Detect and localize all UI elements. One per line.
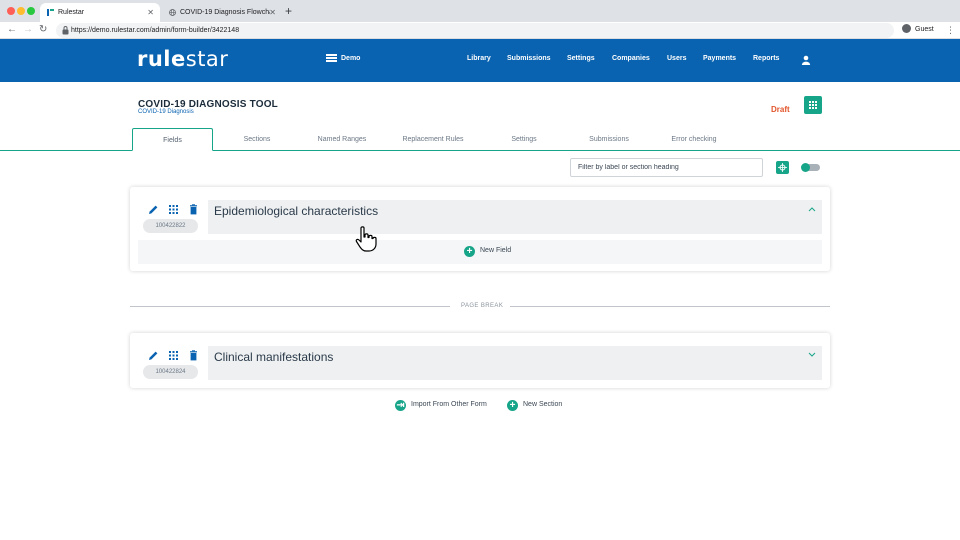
section-card: 100422822 Epidemiological characteristic… [130,187,830,271]
browser-tab-rulestar[interactable]: Rulestar ✕ [40,3,160,22]
page-break-label: PAGE BREAK [461,303,504,309]
new-section-button[interactable]: + New Section [507,400,562,411]
section-card: 100422824 Clinical manifestations [130,333,830,388]
window-maximize-button[interactable] [27,7,35,15]
lock-icon [62,26,69,35]
crosshair-icon [778,163,787,172]
grid-icon[interactable] [168,348,179,360]
section-id-badge: 100422824 [143,365,198,379]
tab-fields[interactable]: Fields [132,128,213,151]
page-subtitle-link[interactable]: COVID-19 Diagnosis [138,109,194,115]
nav-settings[interactable]: Settings [567,55,595,62]
close-tab-icon[interactable]: ✕ [147,3,154,22]
new-section-label: New Section [523,401,563,408]
logo-bold-text: rule [137,47,186,71]
filter-options-button[interactable] [776,161,789,174]
new-tab-button[interactable]: + [285,3,292,20]
grid-icon [809,101,817,109]
pencil-icon[interactable] [148,348,159,360]
section-heading: Clinical manifestations [214,350,334,364]
import-from-other-form-button[interactable]: ⇥ Import From Other Form [395,400,487,411]
nav-reports[interactable]: Reports [753,55,779,62]
tab-submissions[interactable]: Submissions [580,128,638,151]
nav-companies[interactable]: Companies [612,55,650,62]
browser-tab-covid-flowchart[interactable]: COVID-19 Diagnosis Flowchar ✕ [162,3,282,22]
tab-settings[interactable]: Settings [503,128,545,151]
tab-named-ranges[interactable]: Named Ranges [310,128,374,151]
browser-tab-title: Rulestar [58,9,85,16]
profile-button[interactable]: Guest [902,23,934,37]
nav-payments[interactable]: Payments [703,55,736,62]
logo-light-text: star [185,47,229,71]
section-heading-bar[interactable]: Clinical manifestations [208,346,822,380]
profile-label: Guest [915,26,934,33]
trash-icon[interactable] [188,348,199,361]
browser-menu-icon[interactable]: ⋮ [946,23,955,37]
apps-menu-button[interactable] [804,96,822,114]
page-break-line-right [510,306,830,307]
section-heading-bar[interactable]: Epidemiological characteristics [208,200,822,234]
avatar-icon [902,24,911,33]
close-tab-icon[interactable]: ✕ [269,3,276,22]
chevron-up-icon[interactable] [808,206,816,212]
pencil-icon[interactable] [148,202,159,214]
user-account-icon[interactable] [801,55,811,65]
nav-submissions[interactable]: Submissions [507,55,551,62]
nav-library[interactable]: Library [467,55,491,62]
section-toolbar [148,202,199,215]
filter-input[interactable] [570,158,763,177]
browser-tab-title: COVID-19 Diagnosis Flowchar [180,9,270,16]
new-field-label-wrap: + New Field [464,246,511,257]
chevron-down-icon[interactable] [808,352,816,358]
section-id-badge: 100422822 [143,219,198,233]
section-toolbar [148,348,199,361]
browser-toolbar: ← → ↻ https://demo.rulestar.com/admin/fo… [0,22,960,39]
nav-users[interactable]: Users [667,55,686,62]
plus-circle-icon: + [507,400,518,411]
address-bar[interactable]: https://demo.rulestar.com/admin/form-bui… [56,23,894,38]
back-arrow-icon[interactable]: ← [7,23,17,37]
app-header: rulestar Demo Library Submissions Settin… [0,39,960,82]
tab-sections[interactable]: Sections [230,128,284,151]
forward-arrow-icon[interactable]: → [23,23,33,37]
page-break-line-left [130,306,450,307]
section-heading: Epidemiological characteristics [214,204,379,218]
new-field-label: New Field [480,247,512,254]
status-badge: Draft [771,105,790,114]
view-toggle[interactable] [801,163,820,172]
import-label: Import From Other Form [411,401,487,408]
hand-cursor-icon [355,226,377,252]
rulestar-logo[interactable]: rulestar [137,47,228,71]
workspace-selector[interactable]: Demo [326,54,360,62]
rulestar-favicon-icon [47,9,54,16]
workspace-label: Demo [341,55,361,62]
plus-circle-icon: + [464,246,475,257]
reload-icon[interactable]: ↻ [39,23,47,37]
window-minimize-button[interactable] [17,7,25,15]
import-icon: ⇥ [395,400,406,411]
toggle-knob [801,163,810,172]
new-field-button[interactable]: + New Field [138,240,822,264]
tab-replacement-rules[interactable]: Replacement Rules [393,128,473,151]
window-close-button[interactable] [7,7,15,15]
trash-icon[interactable] [188,202,199,215]
grid-icon[interactable] [168,202,179,214]
globe-icon [169,9,176,16]
server-icon [326,54,337,62]
tab-error-checking[interactable]: Error checking [663,128,725,151]
browser-tabstrip: Rulestar ✕ COVID-19 Diagnosis Flowchar ✕… [0,0,960,22]
url-text: https://demo.rulestar.com/admin/form-bui… [71,27,240,34]
